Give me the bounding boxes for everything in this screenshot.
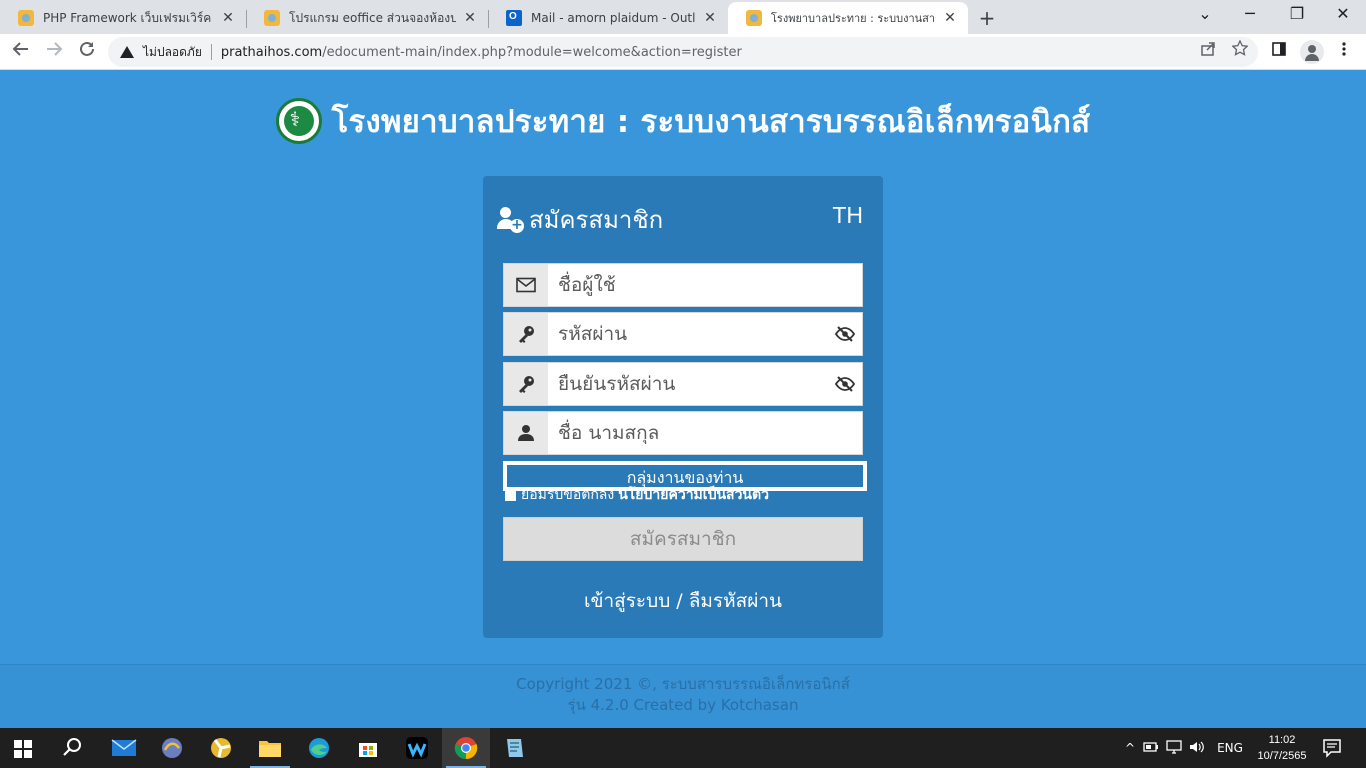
outlook-icon <box>506 10 522 26</box>
arrow-right-icon <box>47 42 63 56</box>
back-button[interactable] <box>9 40 33 64</box>
copyright-text: Copyright 2021 ©, ระบบสารบรรณอิเล็กทรอนิ… <box>516 675 850 693</box>
user-icon <box>504 412 548 454</box>
notes-app-icon[interactable] <box>503 736 527 760</box>
taskbar-clock[interactable]: 11:02 10/7/2565 <box>1250 732 1314 764</box>
battery-icon[interactable] <box>1140 741 1162 756</box>
panel-header: + สมัครสมาชิก <box>497 200 663 239</box>
webex-icon[interactable] <box>405 736 429 760</box>
not-secure-label[interactable]: ไม่ปลอดภัย <box>143 43 202 62</box>
warning-icon <box>120 46 134 58</box>
browser-tab-eoffice[interactable]: โปรแกรม eoffice ส่วนจองห้องประชุม ระบบ ✕ <box>246 2 488 34</box>
url-text[interactable]: prathaihos.com/edocument-main/index.php?… <box>221 45 742 60</box>
reload-button[interactable] <box>75 40 99 64</box>
password-input[interactable] <box>548 313 828 355</box>
username-input[interactable] <box>548 264 862 306</box>
chevron-up-icon[interactable]: ^ <box>1120 741 1140 755</box>
edge-browser-icon[interactable] <box>307 736 331 760</box>
page-footer: Copyright 2021 ©, ระบบสารบรรณอิเล็กทรอนิ… <box>0 664 1366 728</box>
browser-tab-active[interactable]: โรงพยาบาลประทาย : ระบบงานสารบรรณ ✕ <box>728 2 968 34</box>
tab-title: โรงพยาบาลประทาย : ระบบงานสารบรรณ <box>771 12 936 25</box>
volume-icon[interactable] <box>1186 740 1208 757</box>
password-field <box>503 312 863 356</box>
tab-search-button[interactable]: ⌄ <box>1193 4 1217 23</box>
divider <box>210 44 212 60</box>
language-switch[interactable]: TH <box>832 202 863 229</box>
profile-avatar[interactable] <box>1300 40 1324 64</box>
accept-label: ยอมรับข้อตกลง <box>521 487 615 503</box>
register-panel: + สมัครสมาชิก TH ชื่อผู้ใช้ ชื่อ นามสกุล… <box>483 176 883 638</box>
eye-slash-icon[interactable] <box>828 313 862 355</box>
tab-close-icon[interactable]: ✕ <box>702 10 718 26</box>
envelope-icon <box>504 264 548 306</box>
link-separator: / <box>670 590 689 612</box>
confirm-password-field <box>503 362 863 406</box>
clock-date: 10/7/2565 <box>1257 750 1307 762</box>
chrome-icon[interactable] <box>454 736 478 760</box>
tab-close-icon[interactable]: ✕ <box>462 10 478 26</box>
file-explorer-icon[interactable] <box>258 736 282 760</box>
fan-app-icon[interactable] <box>209 736 233 760</box>
browser-tab-php-framework[interactable]: PHP Framework เว็บเฟรมเวิร์ค โดยคชสาร ✕ <box>0 2 246 34</box>
window-restore-button[interactable]: ❐ <box>1285 4 1309 23</box>
network-tool-icon[interactable] <box>160 736 184 760</box>
windows-taskbar: ^ ENG 11:02 10/7/2565 <box>0 728 1366 768</box>
address-bar[interactable]: ไม่ปลอดภัย prathaihos.com/edocument-main… <box>108 37 1258 67</box>
browser-tab-strip: PHP Framework เว็บเฟรมเวิร์ค โดยคชสาร ✕ … <box>0 0 1366 34</box>
input-language[interactable]: ENG <box>1208 741 1252 755</box>
site-header: โรงพยาบาลประทาย : ระบบงานสารบรรณอิเล็กทร… <box>0 96 1366 146</box>
key-icon <box>504 363 548 405</box>
kotchasan-favicon-icon <box>746 10 762 26</box>
new-tab-button[interactable]: + <box>976 6 998 30</box>
system-tray: ^ ENG <box>1120 728 1252 768</box>
network-icon[interactable] <box>1162 739 1186 757</box>
clock-time: 11:02 <box>1268 734 1296 746</box>
side-panel-icon <box>1272 42 1286 56</box>
tab-title: PHP Framework เว็บเฟรมเวิร์ค โดยคชสาร <box>43 10 214 25</box>
eye-slash-icon[interactable] <box>828 363 862 405</box>
star-icon <box>1231 39 1249 56</box>
window-close-button[interactable]: ✕ <box>1331 4 1355 23</box>
kebab-menu-icon <box>1342 42 1346 56</box>
browser-tab-outlook[interactable]: Mail - amorn plaidum - Outlook ✕ <box>488 2 728 34</box>
panel-title: สมัครสมาชิก <box>529 206 664 234</box>
auth-links: เข้าสู่ระบบ / ลืมรหัสผ่าน <box>483 586 883 616</box>
login-link[interactable]: เข้าสู่ระบบ <box>584 590 670 612</box>
kotchasan-favicon-icon <box>18 10 34 26</box>
site-title: โรงพยาบาลประทาย : ระบบงานสารบรรณอิเล็กทร… <box>331 104 1091 140</box>
windows-start-icon[interactable] <box>14 740 32 758</box>
confirm-password-input[interactable] <box>548 363 828 405</box>
share-button[interactable] <box>1198 40 1218 60</box>
version-text: รุ่น 4.2.0 Created by Kotchasan <box>567 696 799 714</box>
username-field <box>503 263 863 307</box>
browser-toolbar: ไม่ปลอดภัย prathaihos.com/edocument-main… <box>0 34 1366 70</box>
arrow-left-icon <box>12 42 28 56</box>
browser-menu-button[interactable] <box>1333 41 1355 61</box>
microsoft-store-icon[interactable] <box>356 736 380 760</box>
forgot-password-link[interactable]: ลืมรหัสผ่าน <box>689 590 782 612</box>
tab-title: โปรแกรม eoffice ส่วนจองห้องประชุม ระบบ <box>289 10 456 25</box>
accept-terms: ยอมรับข้อตกลง นโยบายความเป็นส่วนตัว <box>505 486 769 504</box>
share-icon <box>1201 42 1215 56</box>
tab-close-icon[interactable]: ✕ <box>220 10 236 26</box>
fullname-input[interactable] <box>548 412 862 454</box>
reload-icon <box>80 41 94 56</box>
accept-checkbox[interactable] <box>505 489 516 501</box>
moph-logo-icon <box>275 98 322 144</box>
window-minimize-button[interactable]: ─ <box>1238 4 1262 23</box>
tab-title: Mail - amorn plaidum - Outlook <box>531 11 696 25</box>
register-submit-button[interactable]: สมัครสมาชิก <box>503 517 863 561</box>
key-icon <box>504 313 548 355</box>
notification-icon[interactable] <box>1322 738 1346 762</box>
forward-button[interactable] <box>42 40 66 64</box>
kotchasan-favicon-icon <box>264 10 280 26</box>
privacy-policy-link[interactable]: นโยบายความเป็นส่วนตัว <box>618 484 769 506</box>
fullname-field <box>503 411 863 455</box>
side-panel-button[interactable] <box>1268 41 1290 61</box>
tab-close-icon[interactable]: ✕ <box>942 10 958 26</box>
user-plus-icon: + <box>497 206 525 234</box>
search-icon[interactable] <box>62 736 86 760</box>
mail-app-icon[interactable] <box>111 736 137 760</box>
bookmark-button[interactable] <box>1230 39 1250 60</box>
